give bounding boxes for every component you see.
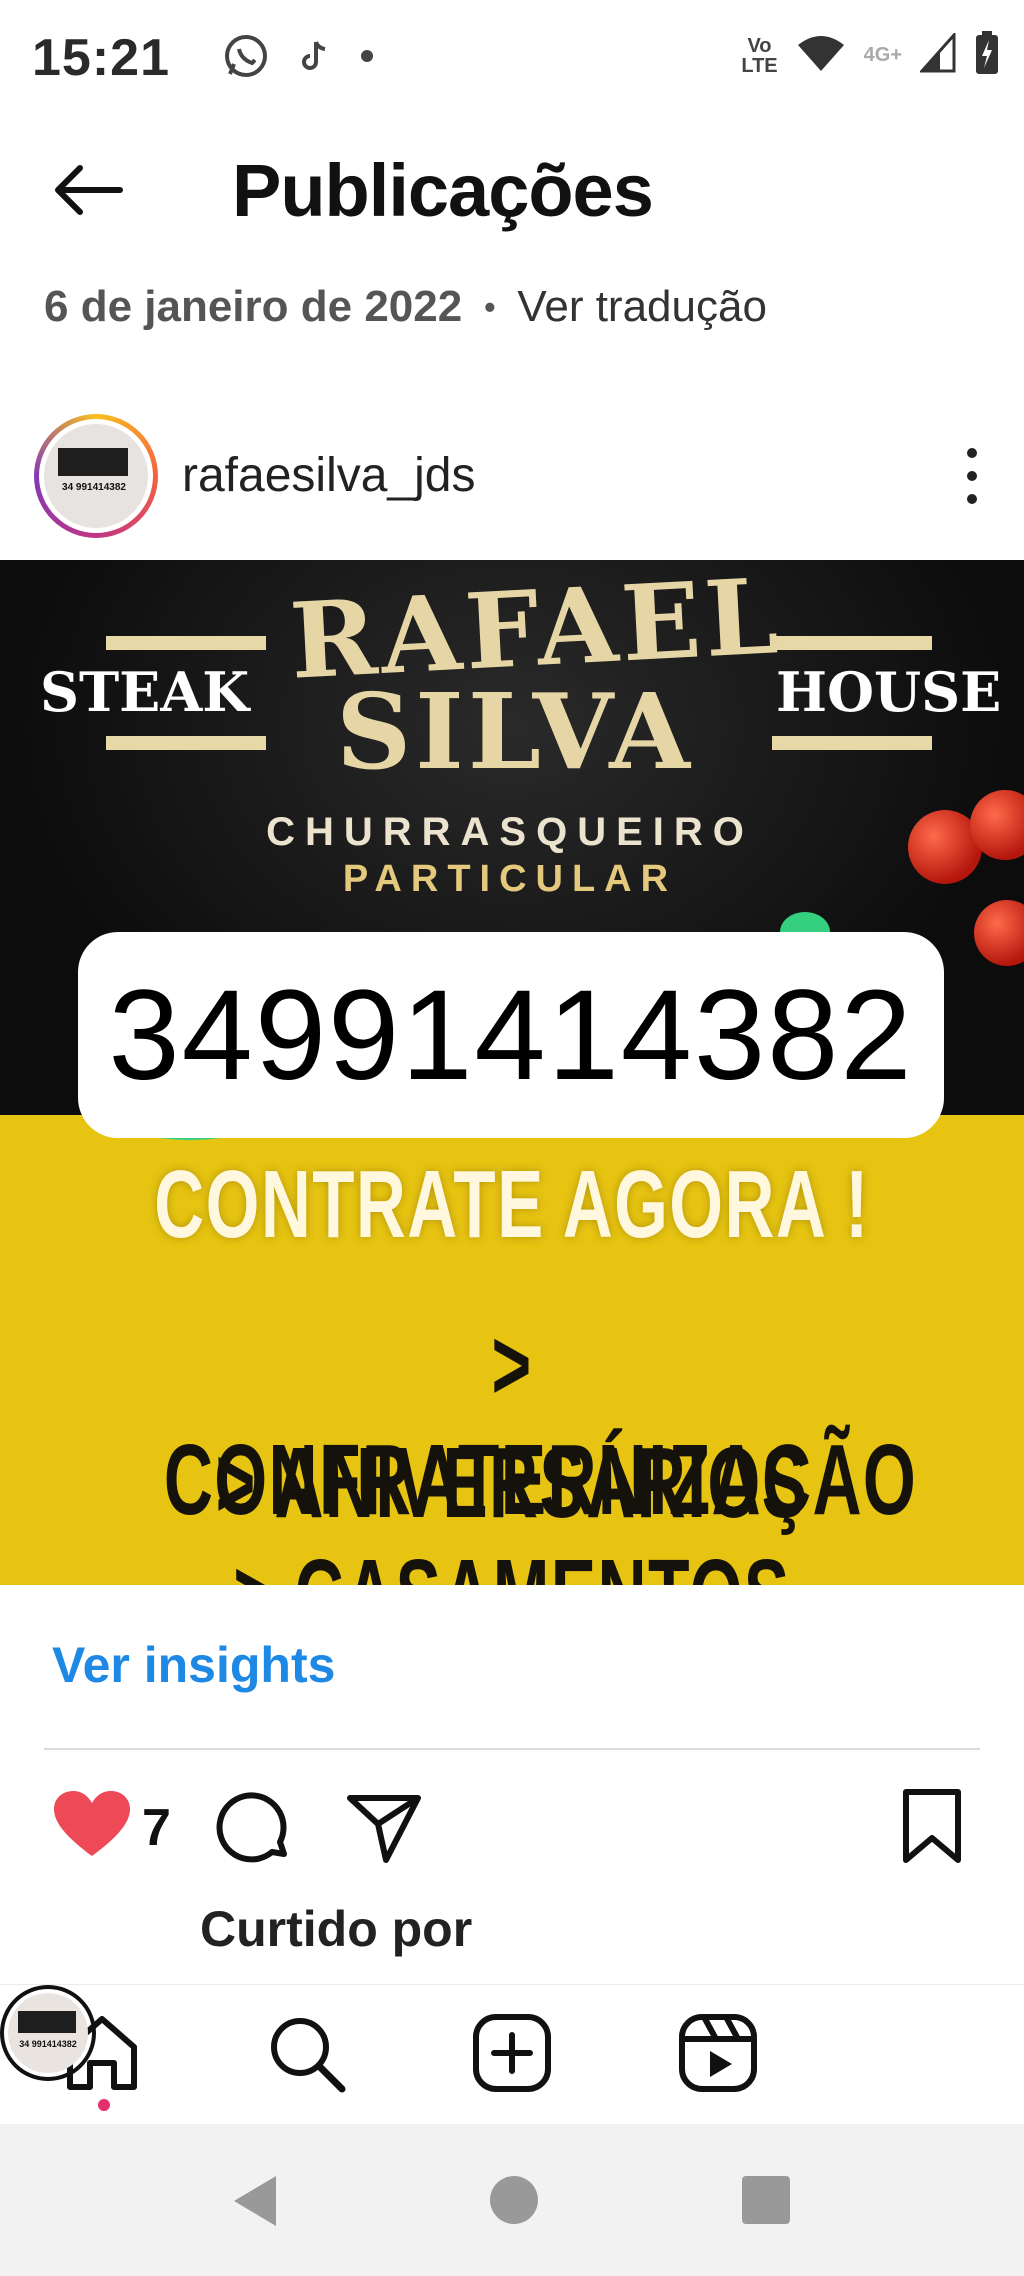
search-icon[interactable] — [264, 2011, 348, 2095]
meta-separator: • — [484, 288, 496, 325]
avatar-image: 34 991414382 — [44, 424, 148, 528]
brand-right-label: HOUSE — [776, 660, 1002, 724]
service-item: > ANIVERSÁRIOS — [215, 1427, 809, 1539]
post-header: 34 991414382 rafaesilva_jds — [0, 400, 1024, 550]
comment-button[interactable] — [214, 1788, 294, 1868]
create-icon[interactable] — [470, 2011, 554, 2095]
avatar-banner — [58, 448, 128, 476]
page-header: Publicações — [0, 130, 1024, 250]
like-count[interactable]: 7 — [142, 1798, 171, 1858]
liked-by-label[interactable]: Curtido por — [200, 1900, 472, 1958]
wifi-icon — [796, 33, 846, 78]
battery-charging-icon — [974, 30, 1000, 81]
system-navigation-bar — [0, 2124, 1024, 2276]
volte-label: Vo — [747, 34, 772, 57]
more-dot — [967, 448, 977, 458]
bottom-navigation: 34 991414382 — [0, 1984, 1024, 2124]
signal-icon — [918, 31, 956, 78]
decor-line — [772, 636, 932, 650]
share-icon[interactable] — [346, 1790, 422, 1866]
status-left-icons — [222, 32, 374, 85]
whatsapp-icon — [222, 32, 270, 85]
save-button[interactable] — [900, 1788, 964, 1864]
tiktok-icon — [300, 38, 330, 79]
post-action-bar: 7 — [0, 1780, 1024, 1880]
avatar-phone: 34 991414382 — [62, 482, 126, 493]
brand-left-label: STEAK — [40, 660, 250, 724]
home-notification-dot — [98, 2099, 110, 2111]
decor-line — [772, 736, 932, 750]
divider — [44, 1748, 980, 1750]
nav-search[interactable] — [264, 2011, 348, 2095]
more-dot — [967, 494, 977, 504]
brand-subtitle-line1: CHURRASQUEIRO — [266, 810, 754, 854]
status-time: 15:21 — [32, 29, 170, 87]
view-insights-link[interactable]: Ver insights — [52, 1636, 335, 1694]
volte-icon: Vo LTE — [741, 36, 777, 76]
more-dot — [967, 471, 977, 481]
system-back-icon[interactable] — [230, 2174, 280, 2228]
decor-line — [106, 636, 266, 650]
cta-title: CONTRATE AGORA ! — [154, 1151, 870, 1258]
avatar-banner — [18, 2011, 76, 2033]
phone-number-box: 34991414382 — [78, 932, 944, 1138]
page-title: Publicações — [232, 149, 654, 232]
heart-filled-icon[interactable] — [52, 1790, 132, 1860]
back-arrow-icon[interactable] — [48, 160, 128, 220]
profile-avatar-image: 34 991414382 — [8, 1993, 88, 2073]
brand-name-line2: SILVA — [336, 670, 694, 793]
reels-icon[interactable] — [676, 2011, 760, 2095]
nav-reels[interactable] — [676, 2011, 760, 2095]
like-button[interactable] — [52, 1790, 132, 1860]
system-home-icon[interactable] — [490, 2176, 538, 2224]
share-button[interactable] — [346, 1790, 422, 1866]
phone-number: 34991414382 — [108, 963, 914, 1107]
more-options-icon[interactable] — [962, 448, 982, 504]
brand-subtitle-line2: PARTICULAR — [342, 858, 678, 900]
decor-line — [106, 736, 266, 750]
post-date: 6 de janeiro de 2022 — [44, 282, 463, 331]
notification-dot-icon — [360, 49, 374, 68]
nav-create[interactable] — [470, 2011, 554, 2095]
avatar-frame: 34 991414382 — [39, 419, 153, 533]
system-recents-icon[interactable] — [742, 2176, 790, 2224]
lte-label: LTE — [741, 54, 778, 77]
comment-icon[interactable] — [214, 1788, 294, 1868]
username[interactable]: rafaesilva_jds — [182, 448, 475, 503]
see-translation-link[interactable]: Ver tradução — [517, 282, 767, 332]
network-type-label: 4G+ — [863, 44, 902, 66]
post-image[interactable]: STEAK HOUSE RAFAEL SILVA CHURRASQUEIRO P… — [0, 560, 1024, 1585]
service-item: > CASAMENTOS — [164, 1538, 860, 1585]
avatar[interactable]: 34 991414382 — [34, 414, 158, 538]
back-button[interactable] — [48, 160, 128, 220]
bookmark-icon[interactable] — [900, 1788, 964, 1864]
status-right-icons: Vo LTE 4G+ — [741, 30, 1000, 81]
avatar-phone: 34 991414382 — [19, 2039, 77, 2049]
status-bar: 15:21 Vo LTE 4G+ — [0, 0, 1024, 120]
post-meta: 6 de janeiro de 2022 • Ver tradução — [44, 282, 767, 332]
